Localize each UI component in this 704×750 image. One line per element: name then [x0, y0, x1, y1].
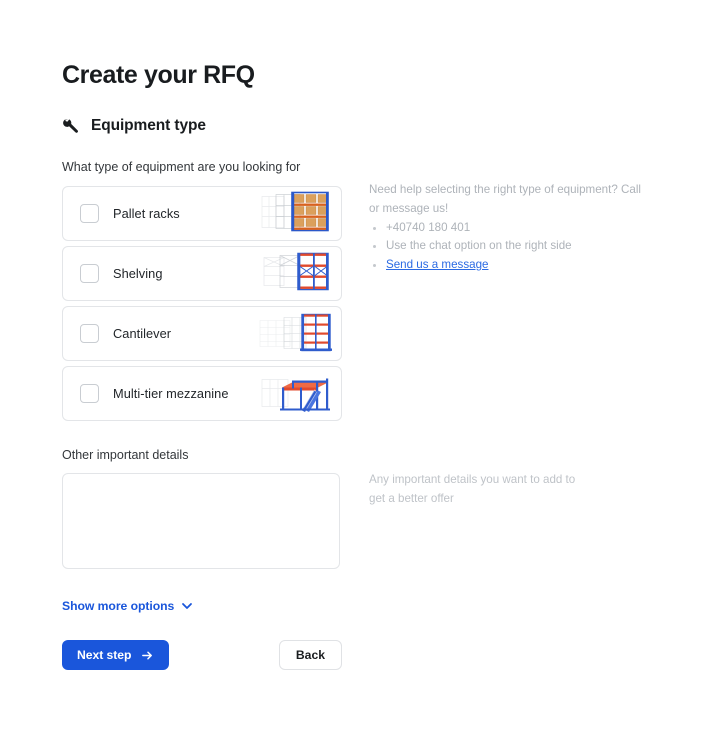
show-more-options-toggle[interactable]: Show more options	[62, 599, 193, 613]
form-actions: Next step Back	[62, 640, 342, 670]
send-us-a-message-link[interactable]: Send us a message	[386, 258, 488, 271]
section-title: Equipment type	[91, 117, 206, 134]
help-list-item-chat: Use the chat option on the right side	[386, 237, 642, 256]
next-step-button[interactable]: Next step	[62, 640, 170, 670]
form-left-column: What type of equipment are you looking f…	[62, 159, 342, 670]
option-card-pallet-racks[interactable]: Pallet racks	[62, 185, 342, 241]
checkbox-cantilever[interactable]	[80, 323, 99, 343]
help-list-item-phone: +40740 180 401	[386, 219, 642, 238]
page-title: Create your RFQ	[62, 61, 255, 89]
pallet-racks-thumbnail	[261, 191, 329, 232]
back-button[interactable]: Back	[278, 640, 342, 670]
other-details-hint: Any important details you want to add to…	[369, 472, 576, 505]
other-details-block: Other important details	[62, 447, 342, 569]
equipment-type-label: What type of equipment are you looking f…	[62, 160, 301, 174]
checkbox-shelving[interactable]	[80, 263, 99, 283]
arrow-right-icon	[142, 651, 153, 659]
option-label-pallet-racks: Pallet racks	[113, 205, 180, 221]
form-right-column: Need help selecting the right type of eq…	[342, 159, 642, 508]
rfq-form-page: Create your RFQ Equipment type What type…	[62, 60, 642, 670]
wrench-icon	[63, 119, 79, 133]
other-details-textarea[interactable]	[62, 473, 340, 569]
cantilever-thumbnail	[259, 313, 332, 352]
checkbox-pallet-racks[interactable]	[80, 203, 99, 223]
help-list-item-message: Send us a message	[386, 256, 642, 275]
help-intro-text: Need help selecting the right type of eq…	[369, 183, 641, 215]
checkbox-multi-tier-mezzanine[interactable]	[80, 383, 99, 403]
shelving-thumbnail	[263, 252, 329, 291]
option-label-multi-tier-mezzanine: Multi-tier mezzanine	[113, 385, 229, 401]
next-step-label: Next step	[77, 648, 132, 662]
option-label-shelving: Shelving	[113, 265, 163, 281]
show-more-options-label: Show more options	[62, 599, 175, 613]
multi-tier-mezzanine-thumbnail	[261, 378, 330, 412]
option-label-cantilever: Cantilever	[113, 325, 172, 341]
help-list: +40740 180 401 Use the chat option on th…	[369, 219, 642, 275]
form-columns: What type of equipment are you looking f…	[62, 159, 642, 670]
other-details-label: Other important details	[62, 447, 189, 462]
chevron-down-icon	[182, 603, 193, 609]
option-card-shelving[interactable]: Shelving	[62, 245, 342, 301]
section-header: Equipment type	[62, 116, 642, 136]
option-card-multi-tier-mezzanine[interactable]: Multi-tier mezzanine	[62, 365, 342, 421]
option-card-cantilever[interactable]: Cantilever	[62, 305, 342, 361]
